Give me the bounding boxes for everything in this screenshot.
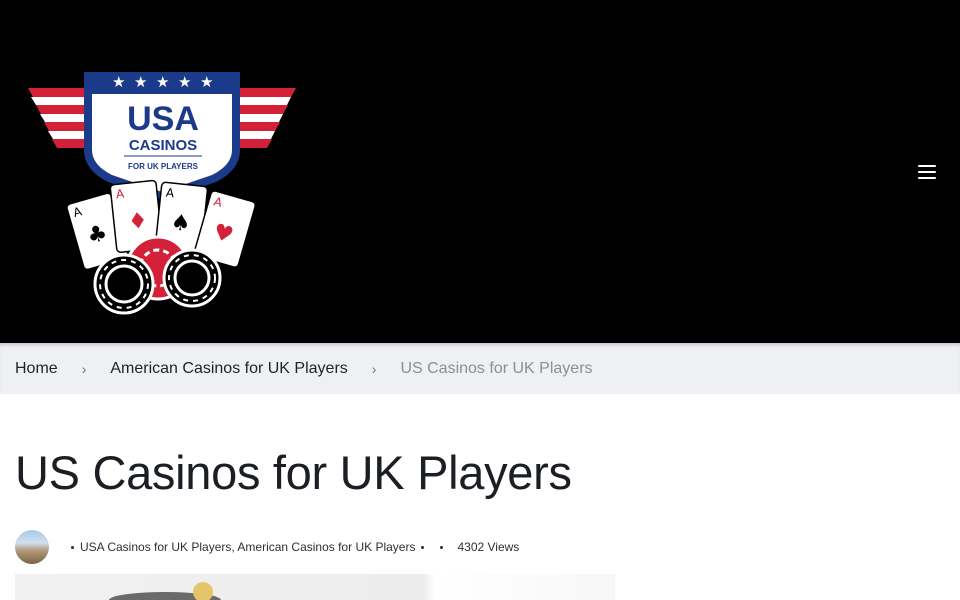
svg-text:★: ★ <box>200 73 213 91</box>
site-logo[interactable]: ★ ★ ★ ★ ★ USA CASINOS FOR UK PLAYERS A ♣… <box>26 70 298 316</box>
featured-image-icon <box>109 582 221 600</box>
svg-text:♦: ♦ <box>127 208 149 235</box>
svg-text:★: ★ <box>178 73 191 91</box>
meta-dot-icon <box>440 545 444 549</box>
breadcrumb-home-link[interactable]: Home <box>15 360 58 378</box>
site-header: ★ ★ ★ ★ ★ USA CASINOS FOR UK PLAYERS A ♣… <box>0 0 960 343</box>
hamburger-menu-icon[interactable] <box>917 163 937 181</box>
article-categories-link[interactable]: USA Casinos for UK Players, American Cas… <box>80 540 415 554</box>
views-count: 4302 Views <box>457 540 520 554</box>
logo-text-tagline: FOR UK PLAYERS <box>128 162 199 171</box>
breadcrumb-current: US Casinos for UK Players <box>400 359 593 377</box>
breadcrumb-separator-icon: › <box>371 360 377 377</box>
logo-text-usa: USA <box>127 100 199 138</box>
svg-text:★: ★ <box>112 73 125 91</box>
featured-image <box>15 574 615 600</box>
breadcrumb-separator-icon: › <box>81 360 87 377</box>
meta-dot-icon <box>71 545 74 549</box>
casino-logo-icon: ★ ★ ★ ★ ★ USA CASINOS FOR UK PLAYERS A ♣… <box>28 72 296 315</box>
breadcrumb: Home › American Casinos for UK Players ›… <box>0 343 960 394</box>
svg-text:★: ★ <box>134 73 147 91</box>
meta-dot-icon <box>421 545 425 549</box>
breadcrumb-category-link[interactable]: American Casinos for UK Players <box>110 360 347 378</box>
author-avatar[interactable] <box>15 530 49 564</box>
logo-text-casinos: CASINOS <box>129 137 197 154</box>
svg-text:★: ★ <box>156 73 169 91</box>
article-meta: USA Casinos for UK Players, American Cas… <box>15 530 519 564</box>
page-title: US Casinos for UK Players <box>15 446 572 499</box>
svg-text:♠: ♠ <box>169 210 191 237</box>
